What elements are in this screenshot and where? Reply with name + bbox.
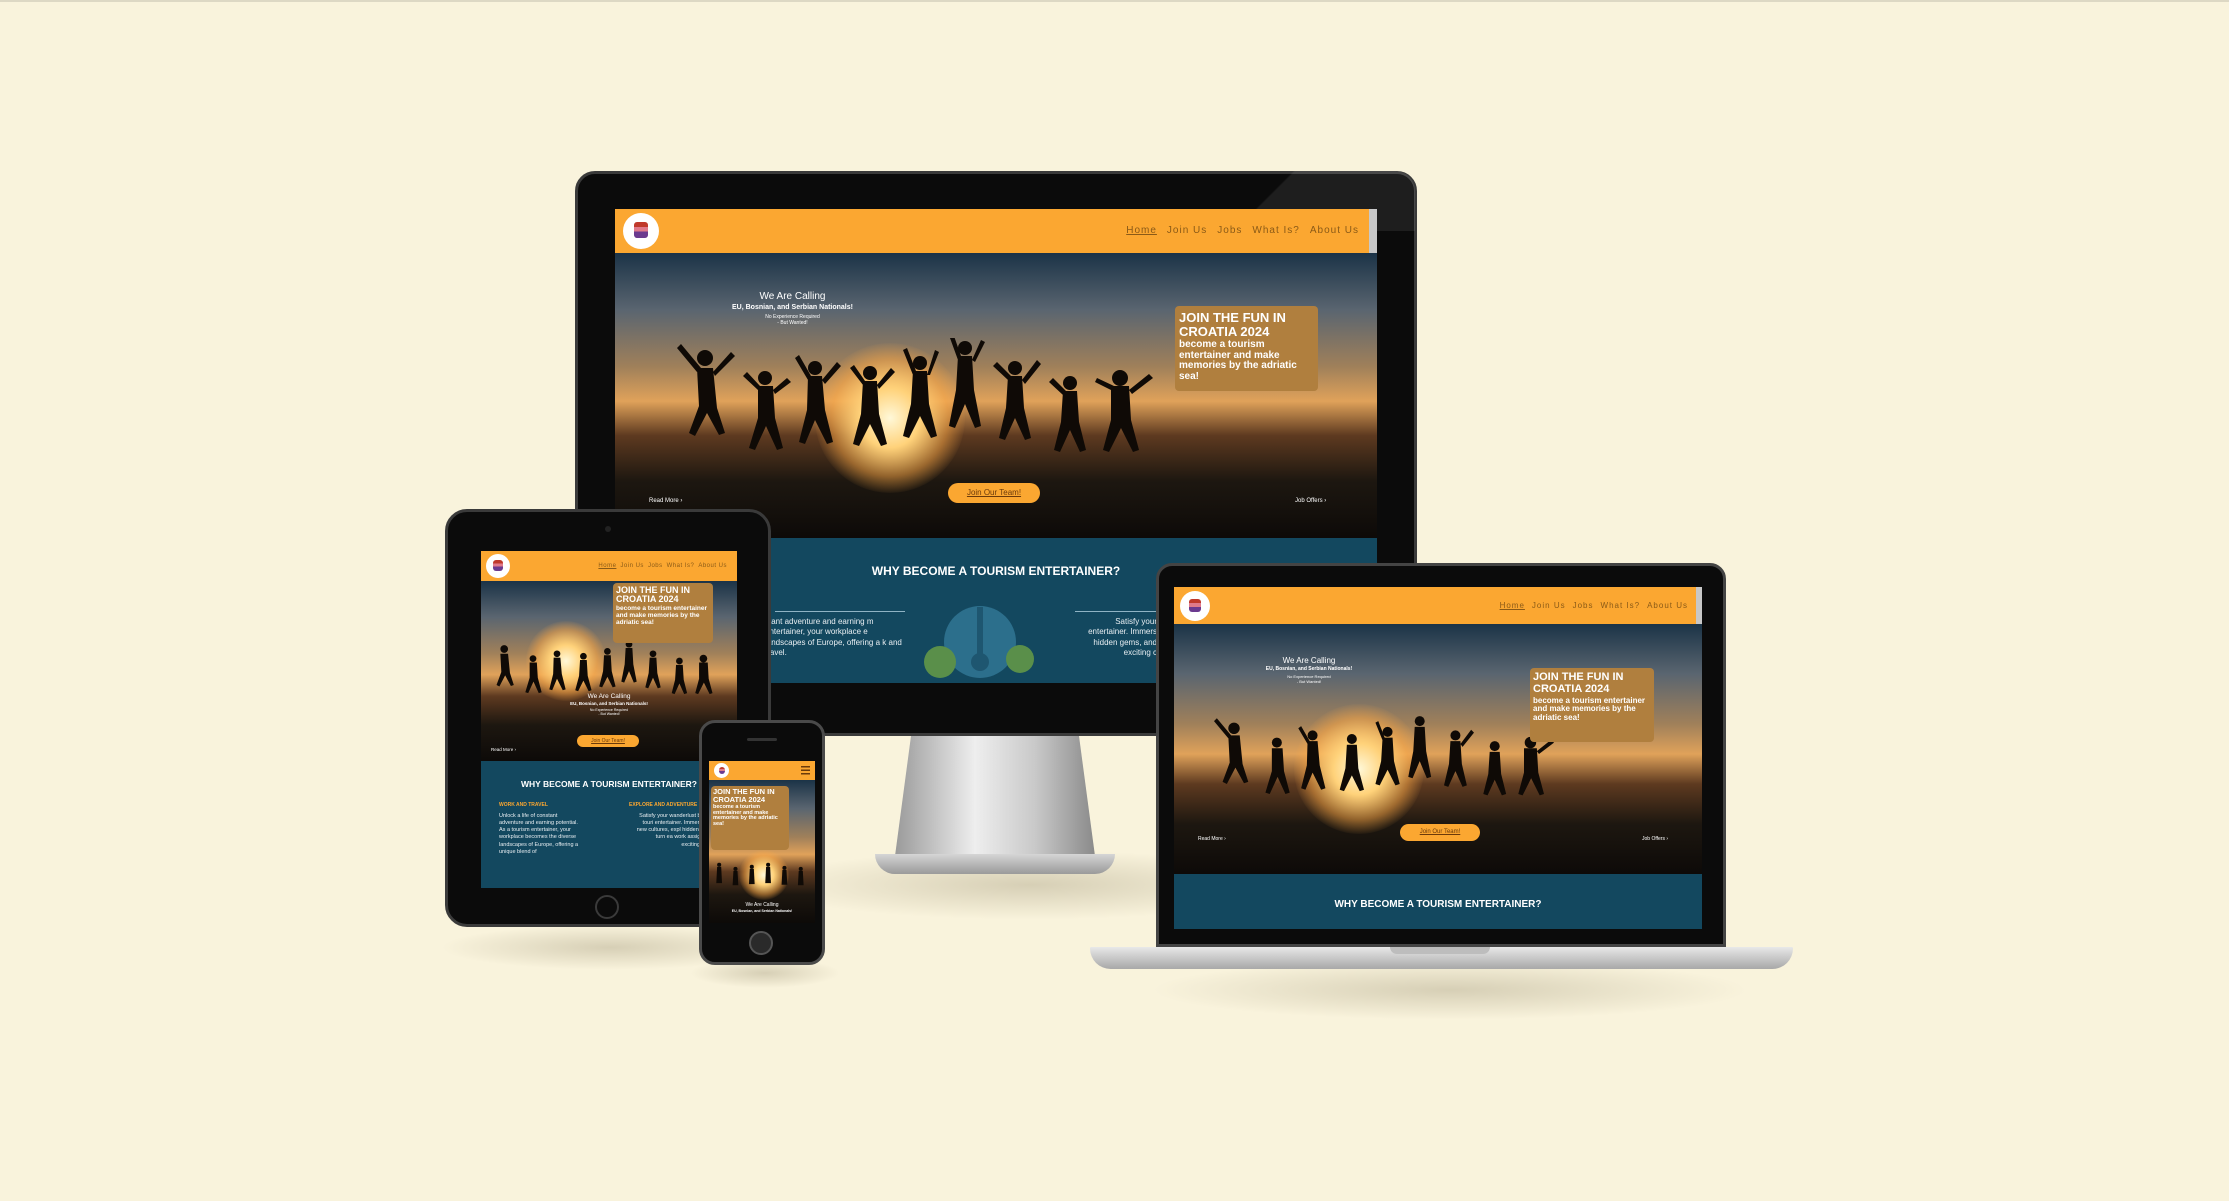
phone-navbar <box>709 761 815 780</box>
calling-line-4: - But Wanted! <box>777 320 808 326</box>
phone-calling-text: We Are Calling EU, Bosnian, and Serbian … <box>715 902 809 913</box>
tablet-nav-home[interactable]: Home <box>598 563 616 569</box>
jumping-people-silhouettes <box>677 338 1153 452</box>
laptop-read-more-label: Read More <box>1198 836 1223 842</box>
laptop-nav-what-is[interactable]: What Is? <box>1601 601 1641 610</box>
laptop-nav-jobs[interactable]: Jobs <box>1573 601 1594 610</box>
tablet-col-left-text: Unlock a life of constant adventure and … <box>499 813 579 855</box>
laptop-nav-about-us[interactable]: About Us <box>1647 601 1688 610</box>
tablet-col-right-title: EXPLORE AND ADVENTURE <box>629 802 698 808</box>
column-left-text: stant adventure and earning m entertaine… <box>765 617 902 658</box>
tablet-home-button[interactable] <box>595 895 619 919</box>
phone-hero-callout: JOIN THE FUN IN CROATIA 2024 become a to… <box>711 786 789 850</box>
tablet-hero-headline: JOIN THE FUN IN CROATIA 2024 <box>616 585 691 605</box>
nav-home[interactable]: Home <box>1126 225 1157 236</box>
nav-links: Home Join Us Jobs What Is? About Us <box>1126 225 1359 236</box>
laptop-notch <box>1390 947 1490 954</box>
phone: JOIN THE FUN IN CROATIA 2024 become a to… <box>699 720 825 965</box>
laptop-section-title: WHY BECOME A TOURISM ENTERTAINER? <box>1334 899 1542 910</box>
hero-banner: We Are Calling EU, Bosnian, and Serbian … <box>615 253 1377 538</box>
laptop-calling-text: We Are Calling EU, Bosnian, and Serbian … <box>1244 656 1374 684</box>
calling-line-2: EU, Bosnian, and Serbian Nationals! <box>732 304 853 311</box>
hero-subline: become a tourism entertainer and make me… <box>1179 339 1297 382</box>
phone-home-button[interactable] <box>749 931 773 955</box>
tablet-nav-jobs[interactable]: Jobs <box>648 563 663 569</box>
laptop-hero: We Are Calling EU, Bosnian, and Serbian … <box>1174 624 1702 874</box>
tablet-hero-subline: become a tourism entertainer and make me… <box>616 604 708 626</box>
tablet-calling-1: We Are Calling <box>587 693 631 700</box>
laptop-calling-4: - But Wanted! <box>1296 679 1322 684</box>
laptop-calling-2: EU, Bosnian, and Serbian Nationals! <box>1265 666 1353 672</box>
laptop-silhouettes <box>1214 716 1554 796</box>
join-team-button[interactable]: Join Our Team! <box>948 483 1040 503</box>
nav-join-us[interactable]: Join Us <box>1167 225 1207 236</box>
tablet-nav-join-us[interactable]: Join Us <box>620 563 644 569</box>
laptop-screen: Home Join Us Jobs What Is? About Us We A… <box>1174 587 1702 929</box>
tablet-hero-callout: JOIN THE FUN IN CROATIA 2024 become a to… <box>613 583 713 643</box>
tablet-camera <box>605 526 611 532</box>
nav-about-us[interactable]: About Us <box>1310 225 1359 236</box>
job-offers-link[interactable]: Job Offers › <box>1295 498 1326 504</box>
tablet-calling-4: - But Wanted! <box>598 712 620 716</box>
tablet-calling-text: We Are Calling EU, Bosnian, and Serbian … <box>541 693 677 716</box>
laptop-read-more-link[interactable]: Read More › <box>1198 836 1226 842</box>
phone-speaker <box>747 738 777 741</box>
nav-what-is[interactable]: What Is? <box>1252 225 1299 236</box>
phone-hero-headline: JOIN THE FUN IN CROATIA 2024 <box>713 787 775 804</box>
site-logo[interactable] <box>623 213 659 249</box>
phone-calling-1: We Are Calling <box>745 902 779 908</box>
laptop-navbar: Home Join Us Jobs What Is? About Us <box>1174 587 1702 624</box>
laptop-job-offers-link[interactable]: Job Offers › <box>1642 836 1668 842</box>
tablet-nav-what-is[interactable]: What Is? <box>667 563 695 569</box>
phone-silhouettes <box>716 862 804 886</box>
calling-text: We Are Calling EU, Bosnian, and Serbian … <box>705 291 880 326</box>
tablet-nav-links: Home Join Us Jobs What Is? About Us <box>598 563 727 569</box>
laptop: Home Join Us Jobs What Is? About Us We A… <box>1090 563 1793 973</box>
hero-callout: JOIN THE FUN IN CROATIA 2024 become a to… <box>1175 306 1318 391</box>
laptop-join-team-button[interactable]: Join Our Team! <box>1400 824 1480 841</box>
job-offers-label: Job Offers <box>1295 498 1323 504</box>
phone-hero-subline: become a tourism entertainer and make me… <box>713 803 778 828</box>
read-more-label: Read More <box>649 498 679 504</box>
tablet-site-logo[interactable] <box>486 554 510 578</box>
laptop-hero-subline: become a tourism entertainer and make me… <box>1533 696 1646 722</box>
phone-hero: JOIN THE FUN IN CROATIA 2024 become a to… <box>709 780 815 923</box>
column-divider-left <box>775 611 905 612</box>
tablet-navbar: Home Join Us Jobs What Is? About Us <box>481 551 737 581</box>
tablet-calling-2: EU, Bosnian, and Serbian Nationals! <box>570 701 648 706</box>
tablet-join-team-button[interactable]: Join Our Team! <box>577 735 639 747</box>
laptop-nav-join-us[interactable]: Join Us <box>1532 601 1566 610</box>
calling-line-1: We Are Calling <box>759 291 826 302</box>
laptop-nav-home[interactable]: Home <box>1500 601 1525 610</box>
tablet-read-more-link[interactable]: Read More › <box>491 747 516 752</box>
hamburger-menu-icon[interactable] <box>801 766 810 775</box>
site-navbar: Home Join Us Jobs What Is? About Us <box>615 209 1377 253</box>
top-divider <box>0 0 2229 2</box>
laptop-calling-1: We Are Calling <box>1282 656 1336 665</box>
guitar-splash-graphic <box>924 606 1034 678</box>
tablet-col-left-title: WORK AND TRAVEL <box>499 802 548 808</box>
laptop-hero-callout: JOIN THE FUN IN CROATIA 2024 become a to… <box>1530 668 1654 742</box>
phone-calling-2: EU, Bosnian, and Serbian Nationals! <box>731 909 793 913</box>
laptop-job-offers-label: Job Offers <box>1642 836 1665 842</box>
tablet-nav-about-us[interactable]: About Us <box>698 563 727 569</box>
laptop-site-logo[interactable] <box>1180 591 1210 621</box>
monitor-stand <box>875 736 1115 881</box>
laptop-hero-headline: JOIN THE FUN IN CROATIA 2024 <box>1533 671 1624 695</box>
nav-jobs[interactable]: Jobs <box>1217 225 1242 236</box>
tablet-read-more-label: Read More <box>491 747 514 752</box>
hero-headline: JOIN THE FUN IN CROATIA 2024 <box>1179 310 1286 339</box>
phone-site-logo[interactable] <box>714 763 729 778</box>
read-more-link[interactable]: Read More › <box>649 498 682 504</box>
laptop-nav-links: Home Join Us Jobs What Is? About Us <box>1500 601 1688 610</box>
phone-screen: JOIN THE FUN IN CROATIA 2024 become a to… <box>709 761 815 923</box>
